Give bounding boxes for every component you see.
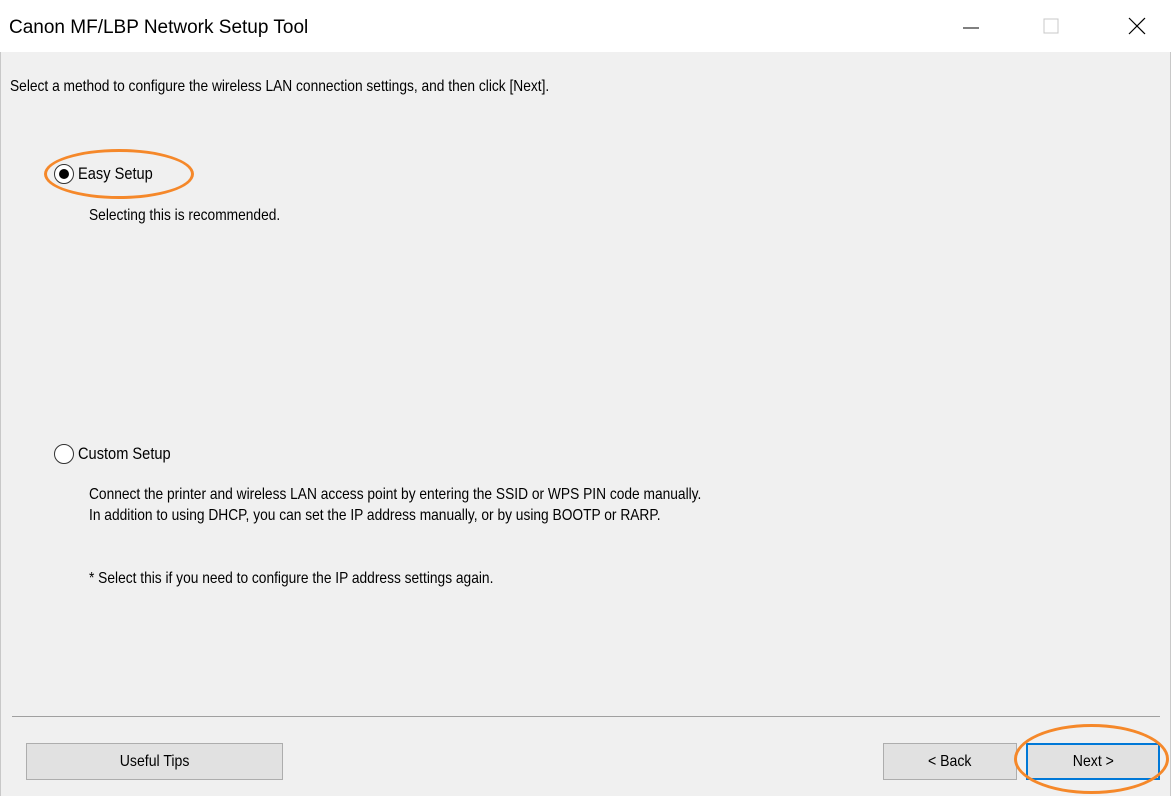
- back-button[interactable]: < Back: [883, 743, 1017, 780]
- radio-selected-dot: [59, 169, 69, 179]
- footer-divider: [12, 716, 1160, 717]
- back-label: < Back: [928, 752, 972, 770]
- custom-setup-option[interactable]: Custom Setup: [54, 444, 186, 464]
- close-icon: [1128, 17, 1146, 35]
- custom-setup-note: * Select this if you need to configure t…: [89, 570, 494, 587]
- custom-setup-description-line-2: In addition to using DHCP, you can set t…: [89, 507, 661, 524]
- easy-setup-label[interactable]: Easy Setup: [78, 164, 153, 184]
- easy-setup-option[interactable]: Easy Setup: [54, 164, 165, 184]
- next-label: Next >: [1072, 752, 1114, 770]
- maximize-icon: [1043, 18, 1059, 34]
- instruction-text: Select a method to configure the wireles…: [10, 78, 550, 95]
- maximize-button[interactable]: [1020, 0, 1082, 52]
- close-button[interactable]: [1106, 0, 1168, 52]
- useful-tips-label: Useful Tips: [119, 752, 190, 770]
- custom-setup-description-line-1: Connect the printer and wireless LAN acc…: [89, 486, 702, 503]
- minimize-button[interactable]: [940, 0, 1002, 52]
- next-button[interactable]: Next >: [1026, 743, 1160, 780]
- custom-setup-label[interactable]: Custom Setup: [78, 444, 171, 464]
- title-bar: Canon MF/LBP Network Setup Tool: [0, 0, 1171, 52]
- easy-setup-radio[interactable]: [54, 164, 74, 184]
- useful-tips-button[interactable]: Useful Tips: [26, 743, 283, 780]
- window-title: Canon MF/LBP Network Setup Tool: [9, 17, 309, 38]
- setup-dialog-window: Canon MF/LBP Network Setup Tool Select a…: [0, 0, 1171, 796]
- custom-setup-radio[interactable]: [54, 444, 74, 464]
- dialog-body: [0, 52, 1171, 796]
- easy-setup-description: Selecting this is recommended.: [89, 207, 281, 224]
- minimize-icon: [963, 27, 979, 29]
